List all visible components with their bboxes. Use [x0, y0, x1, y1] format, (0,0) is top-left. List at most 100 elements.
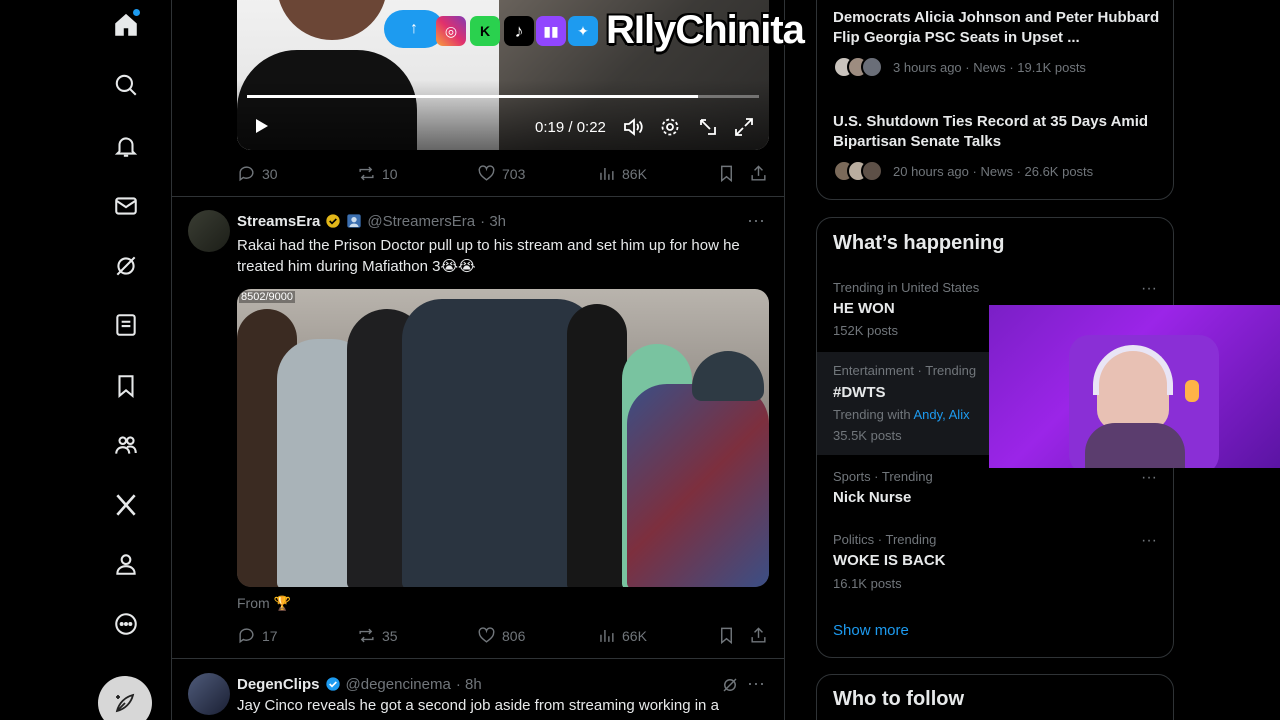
stream-brand-overlay: ↑ ◎ K ♪ ▮▮ ✦ RIlyChinita — [384, 8, 840, 52]
home-icon[interactable] — [108, 7, 144, 43]
news-meta: 20 hours ago · News · 26.6K posts — [833, 159, 1093, 183]
scroll-to-top-pill[interactable]: ↑ — [384, 10, 444, 48]
news-meta-text: 20 hours ago · News · 26.6K posts — [893, 163, 1094, 179]
tweet-divider — [172, 196, 784, 197]
repost-icon — [359, 166, 374, 181]
reply-button[interactable]: 17 — [237, 626, 278, 645]
reply-count: 30 — [262, 165, 278, 182]
tweet-text: Rakai had the Prison Doctor pull up to h… — [237, 237, 740, 275]
more-icon[interactable] — [108, 606, 144, 642]
tweet2-header: StreamsEra @StreamersEra · 3h — [237, 211, 506, 231]
tweet2-video[interactable]: 8502/9000 — [237, 289, 769, 587]
notifications-icon[interactable] — [108, 128, 144, 164]
like-count: 806 — [502, 627, 526, 644]
video-person-face — [277, 0, 387, 40]
view-count: 86K — [622, 165, 647, 182]
tiktok-icon: ♪ — [504, 16, 534, 46]
news-card: Democrats Alicia Johnson and Peter Hubba… — [816, 0, 1174, 200]
bookmark-icon — [721, 627, 732, 645]
more-options-icon[interactable]: ··· — [1141, 469, 1157, 487]
new-posts-dot — [133, 9, 140, 16]
video-progress-fill — [247, 95, 698, 98]
repost-count: 35 — [382, 627, 398, 644]
grok-icon[interactable] — [720, 676, 740, 696]
tweet-time[interactable]: · 8h — [456, 676, 482, 693]
trend-count: 16.1K posts — [833, 576, 902, 591]
news-meta-text: 3 hours ago · News · 19.1K posts — [893, 59, 1086, 75]
person-helmet — [692, 351, 764, 401]
video-progress-bar[interactable] — [247, 95, 759, 98]
tweet1-actions: 30 10 703 86K — [237, 164, 769, 188]
video-gradient — [237, 80, 769, 150]
fullscreen-icon[interactable] — [733, 116, 755, 138]
author-handle[interactable]: @StreamersEra — [367, 213, 475, 230]
video-counter: 8502/9000 — [239, 291, 295, 303]
volume-icon[interactable] — [622, 116, 644, 138]
news-title[interactable]: U.S. Shutdown Ties Record at 35 Days Ami… — [833, 112, 1163, 152]
views-button[interactable]: 66K — [597, 626, 647, 645]
arrow-up-icon: ↑ — [410, 20, 418, 37]
repost-icon — [359, 628, 374, 643]
heart-icon — [478, 627, 495, 643]
author-name[interactable]: DegenClips — [237, 676, 320, 693]
avatar[interactable] — [188, 210, 230, 252]
kick-icon: K — [470, 16, 500, 46]
like-button[interactable]: 703 — [477, 164, 525, 183]
avatar[interactable] — [188, 673, 230, 715]
explore-icon[interactable] — [108, 67, 144, 103]
play-icon[interactable] — [251, 116, 271, 136]
compose-icon — [115, 693, 135, 713]
news-title[interactable]: Democrats Alicia Johnson and Peter Hubba… — [833, 8, 1163, 48]
instagram-icon: ◎ — [436, 16, 466, 46]
repost-button[interactable]: 10 — [357, 164, 398, 183]
person-hoodie — [567, 304, 627, 587]
views-button[interactable]: 86K — [597, 164, 647, 183]
reply-button[interactable]: 30 — [237, 164, 278, 183]
settings-icon[interactable] — [659, 116, 681, 138]
twitter-icon: ✦ — [568, 16, 598, 46]
news-meta: 3 hours ago · News · 19.1K posts — [833, 55, 1086, 79]
communities-icon[interactable] — [108, 427, 144, 463]
trend-item[interactable]: Politics · Trending WOKE IS BACK 16.1K p… — [817, 518, 1173, 598]
author-handle[interactable]: @degencinema — [346, 676, 451, 693]
verified-icon — [325, 677, 340, 691]
x-premium-icon[interactable] — [108, 487, 144, 523]
lists-icon[interactable] — [108, 307, 144, 343]
author-name[interactable]: StreamsEra — [237, 213, 320, 230]
views-icon — [600, 167, 614, 180]
profile-icon[interactable] — [108, 546, 144, 582]
tweet-time[interactable]: · 3h — [480, 213, 506, 230]
reply-icon — [239, 628, 254, 644]
trend-category: Trending in United States — [833, 280, 980, 295]
more-options-icon[interactable]: ··· — [1141, 532, 1157, 550]
repost-button[interactable]: 35 — [357, 626, 398, 645]
trend-count: 35.5K posts — [833, 428, 902, 443]
bookmark-button[interactable] — [717, 626, 736, 645]
tweet-divider — [172, 658, 784, 659]
trend-category: Sports · Trending — [833, 469, 933, 484]
streamer-name: RIlyChinita — [606, 8, 805, 52]
like-count: 703 — [502, 165, 526, 182]
view-count: 66K — [622, 627, 647, 644]
more-options-icon[interactable]: ··· — [746, 211, 766, 234]
more-options-icon[interactable]: ··· — [746, 674, 766, 697]
grok-icon[interactable] — [108, 248, 144, 284]
timeline: 0:19 / 0:22 30 10 703 86K StreamsEra @St… — [171, 0, 785, 720]
more-options-icon[interactable]: ··· — [1141, 280, 1157, 298]
share-button[interactable] — [749, 164, 768, 183]
news-avatars — [833, 56, 883, 78]
gold-verified-icon — [326, 214, 341, 228]
person-plaid-shirt — [627, 384, 769, 587]
share-button[interactable] — [749, 626, 768, 645]
trend-with-names[interactable]: Andy, Alix — [913, 407, 969, 422]
show-more-link[interactable]: Show more — [833, 622, 909, 639]
bookmark-button[interactable] — [717, 164, 736, 183]
section-heading: What’s happening — [833, 232, 1005, 254]
picture-in-picture-icon[interactable] — [697, 116, 719, 138]
like-button[interactable]: 806 — [477, 626, 525, 645]
trend-name: WOKE IS BACK — [833, 552, 946, 569]
bookmarks-icon[interactable] — [108, 368, 144, 404]
trend-name: #DWTS — [833, 384, 886, 401]
who-to-follow-card: Who to follow — [816, 674, 1174, 720]
messages-icon[interactable] — [108, 188, 144, 224]
